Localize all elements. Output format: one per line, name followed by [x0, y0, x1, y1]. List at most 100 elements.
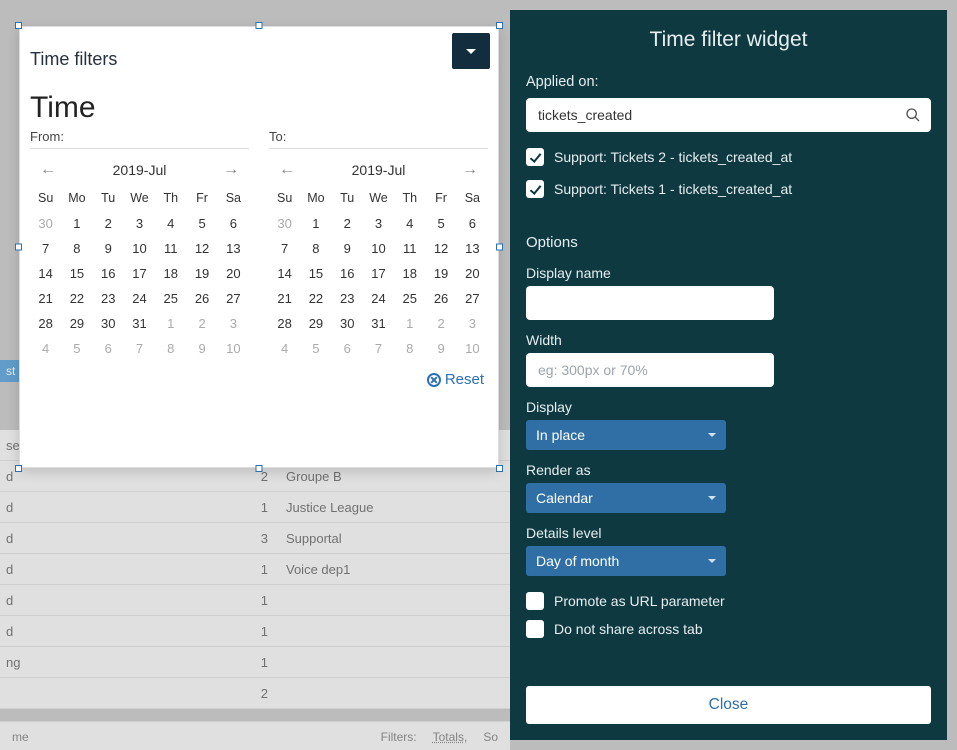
calendar-day[interactable]: 29: [300, 311, 331, 336]
calendar-day[interactable]: 22: [300, 286, 331, 311]
time-filters-panel[interactable]: Time filters Time From: ← 2019-Jul → SuM…: [19, 26, 499, 468]
calendar-day[interactable]: 3: [124, 211, 155, 236]
calendar-day[interactable]: 20: [457, 261, 488, 286]
calendar-day[interactable]: 9: [332, 236, 363, 261]
calendar-day[interactable]: 23: [93, 286, 124, 311]
calendar-day[interactable]: 5: [300, 336, 331, 361]
calendar-day[interactable]: 1: [155, 311, 186, 336]
calendar-day[interactable]: 31: [124, 311, 155, 336]
calendar-day[interactable]: 5: [425, 211, 456, 236]
calendar-day[interactable]: 7: [269, 236, 300, 261]
do-not-share-checkbox[interactable]: [526, 620, 544, 638]
calendar-day[interactable]: 4: [30, 336, 61, 361]
reset-button[interactable]: Reset: [427, 371, 484, 388]
calendar-day[interactable]: 27: [457, 286, 488, 311]
calendar-day[interactable]: 19: [186, 261, 217, 286]
calendar-day[interactable]: 26: [186, 286, 217, 311]
calendar-day[interactable]: 1: [394, 311, 425, 336]
calendar-day[interactable]: 16: [332, 261, 363, 286]
calendar-day[interactable]: 16: [93, 261, 124, 286]
applied-on-input[interactable]: [526, 98, 931, 132]
calendar-day[interactable]: 15: [61, 261, 92, 286]
calendar-day[interactable]: 2: [332, 211, 363, 236]
calendar-day[interactable]: 28: [269, 311, 300, 336]
calendar-day[interactable]: 19: [425, 261, 456, 286]
calendar-day[interactable]: 6: [457, 211, 488, 236]
calendar-day[interactable]: 4: [269, 336, 300, 361]
calendar-day[interactable]: 29: [61, 311, 92, 336]
calendar-day[interactable]: 8: [394, 336, 425, 361]
calendar-day[interactable]: 20: [218, 261, 249, 286]
prev-month-button[interactable]: ←: [273, 159, 301, 181]
calendar-day[interactable]: 10: [218, 336, 249, 361]
calendar-day[interactable]: 18: [155, 261, 186, 286]
calendar-day[interactable]: 25: [155, 286, 186, 311]
calendar-day[interactable]: 3: [457, 311, 488, 336]
calendar-day[interactable]: 30: [332, 311, 363, 336]
calendar-day[interactable]: 12: [425, 236, 456, 261]
calendar-day[interactable]: 13: [218, 236, 249, 261]
calendar-day[interactable]: 25: [394, 286, 425, 311]
calendar-day[interactable]: 11: [155, 236, 186, 261]
calendar-day[interactable]: 5: [61, 336, 92, 361]
calendar-day[interactable]: 2: [93, 211, 124, 236]
calendar-day[interactable]: 4: [155, 211, 186, 236]
calendar-day[interactable]: 9: [186, 336, 217, 361]
details-level-select[interactable]: Day of month: [526, 546, 726, 576]
calendar-day[interactable]: 15: [300, 261, 331, 286]
calendar-day[interactable]: 17: [363, 261, 394, 286]
promote-url-checkbox[interactable]: [526, 592, 544, 610]
applied-column-row[interactable]: Support: Tickets 2 - tickets_created_at: [526, 148, 931, 166]
calendar-day[interactable]: 7: [30, 236, 61, 261]
calendar-day[interactable]: 8: [300, 236, 331, 261]
calendar-day[interactable]: 6: [218, 211, 249, 236]
calendar-day[interactable]: 14: [269, 261, 300, 286]
calendar-day[interactable]: 5: [186, 211, 217, 236]
close-button[interactable]: Close: [526, 686, 931, 724]
calendar-day[interactable]: 8: [61, 236, 92, 261]
calendar-day[interactable]: 27: [218, 286, 249, 311]
calendar-day[interactable]: 3: [218, 311, 249, 336]
calendar-day[interactable]: 18: [394, 261, 425, 286]
calendar-day[interactable]: 14: [30, 261, 61, 286]
calendar-day[interactable]: 6: [93, 336, 124, 361]
calendar-day[interactable]: 31: [363, 311, 394, 336]
calendar-day[interactable]: 6: [332, 336, 363, 361]
display-name-input[interactable]: [526, 286, 774, 320]
calendar-day[interactable]: 3: [363, 211, 394, 236]
render-as-select[interactable]: Calendar: [526, 483, 726, 513]
checkbox-checked-icon[interactable]: [526, 148, 544, 166]
display-select[interactable]: In place: [526, 420, 726, 450]
calendar-day[interactable]: 8: [155, 336, 186, 361]
calendar-day[interactable]: 10: [124, 236, 155, 261]
width-input[interactable]: [526, 353, 774, 387]
calendar-day[interactable]: 2: [186, 311, 217, 336]
calendar-day[interactable]: 10: [363, 236, 394, 261]
calendar-day[interactable]: 21: [269, 286, 300, 311]
calendar-day[interactable]: 26: [425, 286, 456, 311]
calendar-day[interactable]: 7: [363, 336, 394, 361]
calendar-day[interactable]: 1: [61, 211, 92, 236]
calendar-day[interactable]: 23: [332, 286, 363, 311]
calendar-day[interactable]: 7: [124, 336, 155, 361]
calendar-day[interactable]: 24: [363, 286, 394, 311]
panel-menu-button[interactable]: [452, 33, 490, 69]
calendar-day[interactable]: 9: [93, 236, 124, 261]
checkbox-checked-icon[interactable]: [526, 180, 544, 198]
calendar-day[interactable]: 30: [30, 211, 61, 236]
applied-column-row[interactable]: Support: Tickets 1 - tickets_created_at: [526, 180, 931, 198]
calendar-day[interactable]: 22: [61, 286, 92, 311]
calendar-day[interactable]: 24: [124, 286, 155, 311]
calendar-day[interactable]: 10: [457, 336, 488, 361]
calendar-day[interactable]: 13: [457, 236, 488, 261]
calendar-day[interactable]: 17: [124, 261, 155, 286]
calendar-day[interactable]: 30: [93, 311, 124, 336]
next-month-button[interactable]: →: [456, 159, 484, 181]
calendar-day[interactable]: 28: [30, 311, 61, 336]
calendar-day[interactable]: 9: [425, 336, 456, 361]
calendar-day[interactable]: 30: [269, 211, 300, 236]
calendar-day[interactable]: 4: [394, 211, 425, 236]
calendar-day[interactable]: 11: [394, 236, 425, 261]
calendar-day[interactable]: 1: [300, 211, 331, 236]
calendar-day[interactable]: 21: [30, 286, 61, 311]
